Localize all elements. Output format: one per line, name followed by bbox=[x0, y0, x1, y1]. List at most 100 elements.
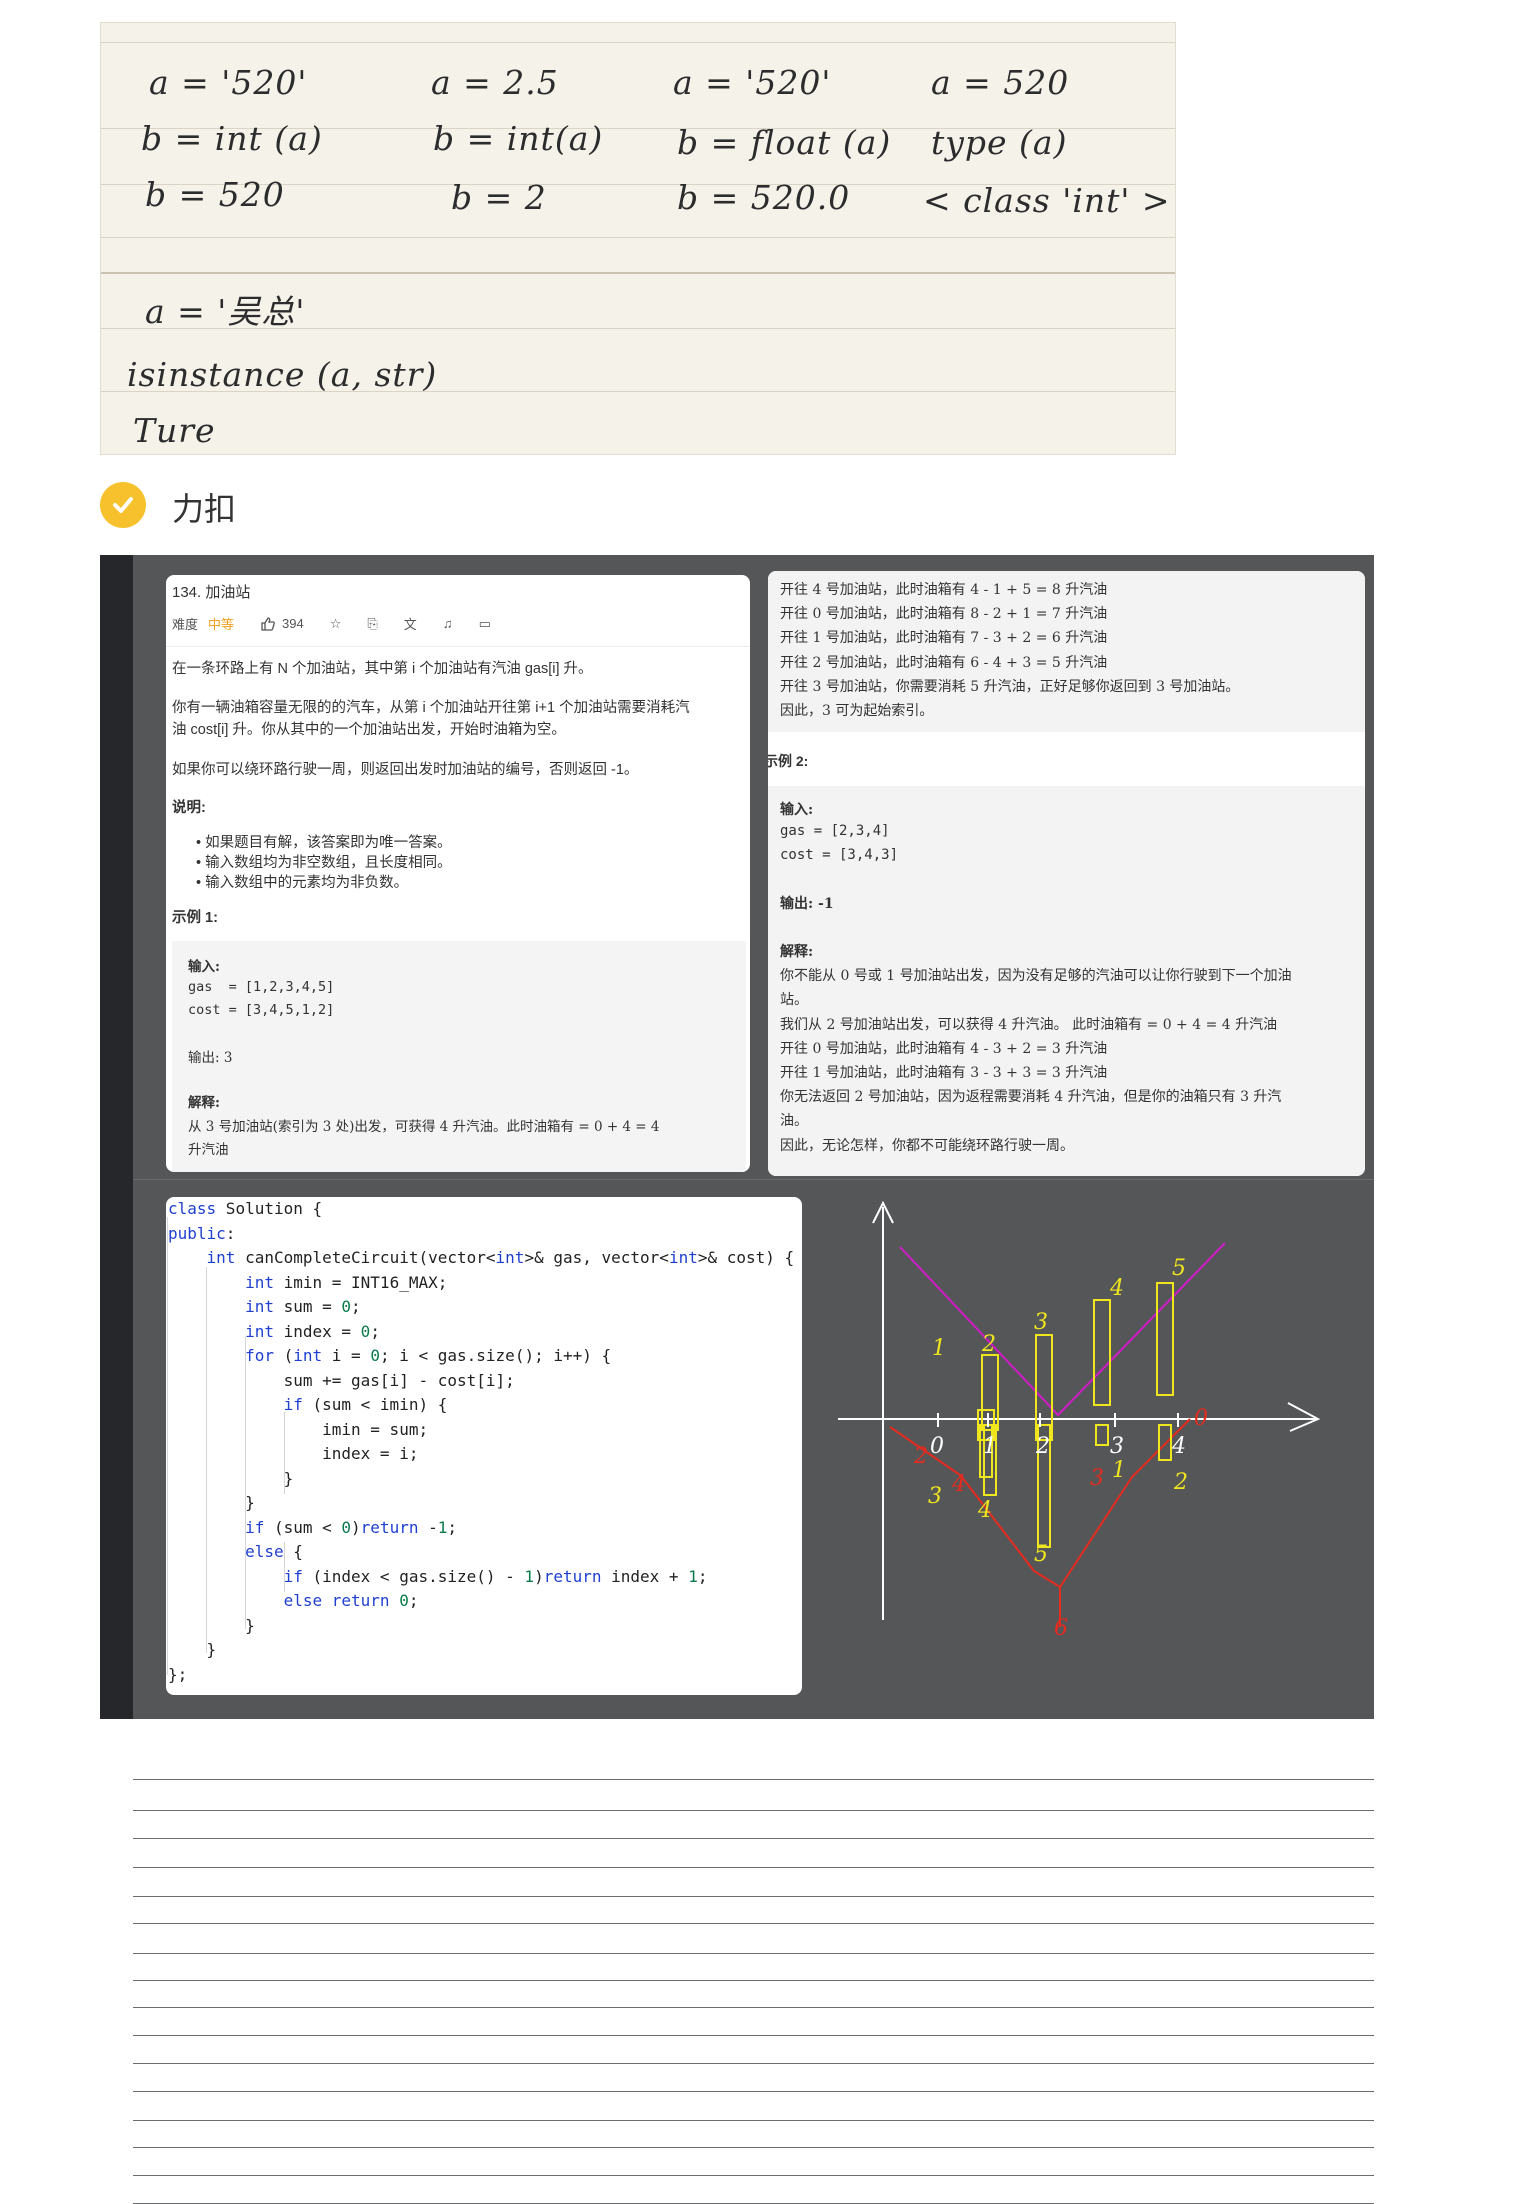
expl-line: 开往 1 号加油站，此时油箱有 3 - 3 + 3 = 3 升汽油 bbox=[780, 1065, 1108, 1081]
expl-line: 你无法返回 2 号加油站，因为返程需要消耗 4 升汽油，但是你的油箱只有 3 升… bbox=[780, 1089, 1282, 1105]
ex2-expl-label: 解释: bbox=[780, 944, 814, 960]
thumbs-up-icon bbox=[261, 616, 275, 631]
ex2-input-label: 输入: bbox=[780, 802, 814, 818]
code-line: } bbox=[168, 1493, 255, 1512]
cost-bar bbox=[1095, 1424, 1109, 1446]
red-label: 4 bbox=[951, 1472, 966, 1497]
section-title: 力扣 bbox=[172, 490, 237, 528]
ex1-gas: gas = [1,2,3,4,5] bbox=[188, 979, 335, 995]
star-icon[interactable]: ☆ bbox=[330, 616, 342, 632]
ex1-expl-b: 升汽油 bbox=[188, 1142, 229, 1158]
gas-label: 4 bbox=[1109, 1276, 1124, 1301]
expl-line: 开往 1 号加油站，此时油箱有 7 - 3 + 2 = 6 升汽油 bbox=[780, 630, 1108, 646]
expl-line: 开往 0 号加油站，此时油箱有 8 - 2 + 1 = 7 升汽油 bbox=[780, 606, 1108, 622]
x-label: 3 bbox=[1110, 1434, 1124, 1459]
red-label: 0 bbox=[1194, 1406, 1208, 1431]
gas-bar bbox=[1093, 1299, 1111, 1406]
code-line: int canCompleteCircuit(vector<int>& gas,… bbox=[206, 1248, 795, 1267]
code-card: class Solution {public: int canCompleteC… bbox=[166, 1197, 802, 1695]
share-icon[interactable]: ⎘ bbox=[367, 616, 377, 632]
note-text: isinstance (a, str) bbox=[127, 355, 438, 394]
note-text: a = 520 bbox=[931, 63, 1070, 102]
code-line: } bbox=[168, 1640, 217, 1659]
x-label: 1 bbox=[983, 1434, 997, 1459]
like-button[interactable]: 394 bbox=[260, 616, 304, 632]
problem-desc-1: 在一条环路上有 N 个加油站，其中第 i 个加油站有汽油 gas[i] 升。 bbox=[172, 661, 593, 677]
note-text: a = 2.5 bbox=[431, 63, 559, 102]
code-line: else { bbox=[245, 1542, 303, 1561]
checkbox-checked-icon[interactable] bbox=[100, 482, 146, 528]
expl-line: 开往 3 号加油站，你需要消耗 5 升汽油，正好足够你返回到 3 号加油站。 bbox=[780, 679, 1240, 695]
explanation-card: 开往 4 号加油站，此时油箱有 4 - 1 + 5 = 8 升汽油 开往 0 号… bbox=[768, 571, 1365, 1176]
problem-card: 134. 加油站 难度 中等 394 ☆ ⎘ 文 ♫ ▭ 在一条环路上有 N 个… bbox=[166, 575, 750, 1172]
x-label: 2 bbox=[1035, 1434, 1050, 1459]
gas-label: 3 bbox=[1034, 1310, 1048, 1335]
expl-line: 油。 bbox=[780, 1113, 808, 1129]
example1-box: 输入: gas = [1,2,3,4,5] cost = [3,4,5,1,2]… bbox=[172, 941, 746, 1172]
expl-line: 你不能从 0 号或 1 号加油站出发，因为没有足够的汽油可以让你行驶到下一个加油 bbox=[780, 968, 1292, 984]
ex1-expl-label: 解释: bbox=[188, 1095, 220, 1111]
note-item: • 如果题目有解，该答案即为唯一答案。 bbox=[196, 835, 452, 851]
code-line: index = i; bbox=[168, 1444, 419, 1463]
note-text: Ture bbox=[133, 411, 216, 450]
expl-line: 我们从 2 号加油站出发，可以获得 4 升汽油。 此时油箱有 = 0 + 4 =… bbox=[780, 1017, 1278, 1033]
translate-icon[interactable]: 文 bbox=[404, 614, 417, 633]
difficulty-value: 中等 bbox=[208, 617, 235, 632]
notes-title: 说明: bbox=[172, 800, 206, 816]
red-label: 6 bbox=[1054, 1616, 1068, 1640]
ex1-expl-a: 从 3 号加油站(索引为 3 处)出发，可获得 4 升汽油。此时油箱有 = 0 … bbox=[188, 1119, 660, 1135]
note-text: type (a) bbox=[931, 123, 1068, 162]
expl-line: 因此，3 可为起始索引。 bbox=[780, 703, 934, 719]
x-axis bbox=[838, 1402, 1321, 1432]
ex1-cost: cost = [3,4,5,1,2] bbox=[188, 1002, 335, 1018]
gas-label: 1 bbox=[932, 1336, 946, 1361]
expl-line: 开往 0 号加油站，此时油箱有 4 - 3 + 2 = 3 升汽油 bbox=[780, 1041, 1108, 1057]
code-line: } bbox=[168, 1615, 255, 1635]
code-line: int imin = INT16_MAX; bbox=[245, 1272, 448, 1292]
code-line: if (sum < 0)return -1; bbox=[245, 1517, 458, 1537]
like-count: 394 bbox=[282, 616, 304, 631]
note-item: • 输入数组均为非空数组，且长度相同。 bbox=[196, 855, 452, 871]
problem-meta: 难度 中等 394 ☆ ⎘ 文 ♫ ▭ bbox=[172, 614, 517, 633]
problem-title[interactable]: 134. 加油站 bbox=[172, 581, 250, 602]
note-text: b = int (a) bbox=[141, 119, 323, 158]
problem-desc-3: 如果你可以绕环路行驶一周，则返回出发时加油站的编号，否则返回 -1。 bbox=[172, 762, 639, 778]
code-line: } bbox=[168, 1468, 294, 1488]
code-line: imin = sum; bbox=[168, 1419, 429, 1439]
ex1-input-label: 输入: bbox=[188, 959, 220, 975]
difficulty-label: 难度 bbox=[172, 617, 199, 632]
code-line: else return 0; bbox=[283, 1591, 419, 1610]
example2-title: 示例 2: bbox=[768, 753, 809, 769]
code-line: int sum = 0; bbox=[245, 1297, 361, 1316]
y-axis bbox=[872, 1200, 894, 1620]
problem-desc-2a: 你有一辆油箱容量无限的的汽车，从第 i 个加油站开往第 i+1 个加油站需要消耗… bbox=[172, 700, 690, 716]
note-item: • 输入数组中的元素均为非负数。 bbox=[196, 875, 409, 891]
note-text: b = int(a) bbox=[433, 119, 604, 158]
ex2-cost: cost = [3,4,3] bbox=[780, 847, 899, 863]
note-text: a = '520' bbox=[673, 63, 832, 102]
cost-label: 3 bbox=[928, 1484, 942, 1509]
x-label: 4 bbox=[1171, 1434, 1186, 1459]
gas-label: 5 bbox=[1172, 1256, 1186, 1281]
expl-line: 开往 2 号加油站，此时油箱有 6 - 4 + 3 = 5 升汽油 bbox=[780, 655, 1108, 671]
note-text: a = '520' bbox=[149, 63, 308, 102]
note-text: a = '吴总' bbox=[145, 292, 306, 331]
note-text: < class 'int' > bbox=[923, 181, 1171, 220]
expl-line: 因此，无论怎样，你都不可能绕环路行驶一周。 bbox=[780, 1138, 1074, 1154]
bell-icon[interactable]: ♫ bbox=[443, 616, 453, 631]
code-line: for (int i = 0; i < gas.size(); i++) { bbox=[245, 1346, 612, 1365]
cost-label: 5 bbox=[1034, 1542, 1048, 1567]
cost-label: 2 bbox=[1173, 1470, 1188, 1495]
ex2-output: 输出: -1 bbox=[780, 896, 834, 912]
code-line: if (sum < imin) { bbox=[283, 1395, 448, 1414]
cost-label: 1 bbox=[1112, 1458, 1126, 1483]
red-label: 3 bbox=[1090, 1466, 1104, 1491]
code-line: sum += gas[i] - cost[i]; bbox=[168, 1370, 515, 1390]
expl-line: 站。 bbox=[780, 992, 808, 1008]
code-line: int index = 0; bbox=[245, 1321, 380, 1341]
feedback-icon[interactable]: ▭ bbox=[479, 616, 491, 632]
red-label: 2 bbox=[913, 1444, 928, 1469]
note-text: b = 520.0 bbox=[677, 178, 851, 217]
code-line: }; bbox=[168, 1664, 188, 1684]
example1-title: 示例 1: bbox=[172, 910, 218, 926]
